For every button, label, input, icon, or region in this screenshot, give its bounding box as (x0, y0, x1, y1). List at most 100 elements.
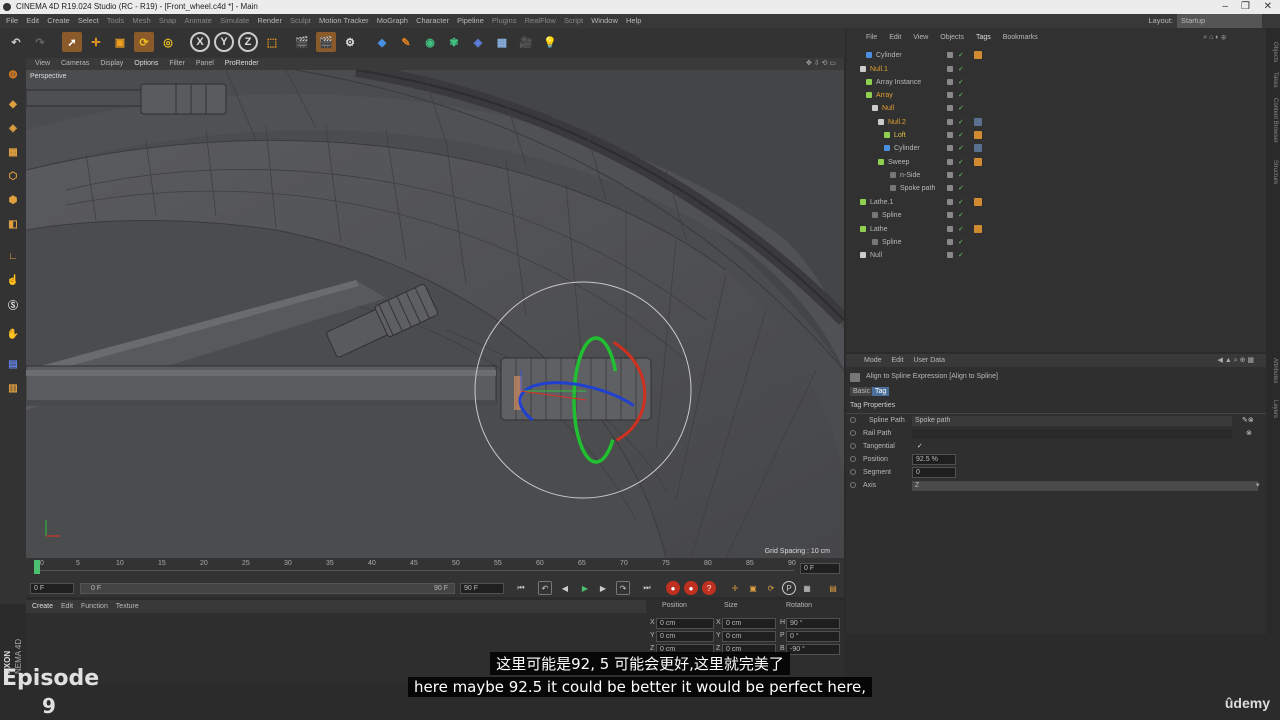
menu-help[interactable]: Help (626, 14, 641, 28)
enabled-check-icon[interactable]: ✓ (958, 129, 964, 142)
undo-icon[interactable]: ↶ (6, 32, 26, 52)
tag-icon[interactable] (974, 198, 982, 206)
obj-menu-file[interactable]: File (866, 32, 877, 44)
menu-realflow[interactable]: RealFlow (525, 14, 556, 28)
redo-icon[interactable]: ↷ (30, 32, 50, 52)
object-row[interactable]: Loft ✓ (846, 129, 1266, 142)
enabled-check-icon[interactable]: ✓ (958, 223, 964, 236)
visibility-toggle-icon[interactable] (947, 239, 953, 245)
render-settings-icon[interactable]: ⚙ (340, 32, 360, 52)
vp-menu-prorender[interactable]: ProRender (225, 58, 259, 70)
menu-simulate[interactable]: Simulate (220, 14, 249, 28)
menu-character[interactable]: Character (416, 14, 449, 28)
menu-render[interactable]: Render (257, 14, 282, 28)
menu-file[interactable]: File (6, 14, 18, 28)
attr-menu-mode[interactable]: Mode (864, 354, 882, 367)
enabled-check-icon[interactable]: ✓ (958, 169, 964, 182)
locked-workplane-icon[interactable]: ✋ (3, 324, 23, 344)
visibility-toggle-icon[interactable] (947, 199, 953, 205)
rotate-tool-icon[interactable]: ⟳ (134, 32, 154, 52)
size-y-field[interactable]: 0 cm (722, 631, 776, 642)
prev-key-icon[interactable]: ↶ (538, 581, 552, 595)
object-row[interactable]: Array ✓ (846, 89, 1266, 102)
visibility-toggle-icon[interactable] (947, 252, 953, 258)
parameter-key-icon[interactable]: P (782, 581, 796, 595)
end-frame-field[interactable]: 90 F (460, 583, 504, 594)
enabled-check-icon[interactable]: ✓ (958, 76, 964, 89)
pen-spline-icon[interactable]: ✎ (396, 32, 416, 52)
object-row[interactable]: Lathe.1 ✓ (846, 196, 1266, 209)
visibility-toggle-icon[interactable] (947, 172, 953, 178)
tag-icon[interactable] (974, 158, 982, 166)
record-icon[interactable]: ● (666, 581, 680, 595)
go-to-end-icon[interactable]: ⏭ (640, 581, 654, 595)
layout-selector[interactable]: Layout: Startup (1148, 14, 1262, 28)
vp-menu-panel[interactable]: Panel (196, 58, 214, 70)
spline-path-pick-icon[interactable]: ✎⊗ (1242, 415, 1254, 427)
attr-menu-edit[interactable]: Edit (891, 354, 903, 367)
tab-tag[interactable]: Tag (872, 387, 890, 396)
vp-menu-options[interactable]: Options (134, 58, 158, 70)
object-row[interactable]: Spline ✓ (846, 209, 1266, 222)
coordinate-system-icon[interactable]: ⬚ (262, 32, 282, 52)
x-axis-button[interactable]: X (190, 32, 210, 52)
visibility-toggle-icon[interactable] (947, 79, 953, 85)
menu-edit[interactable]: Edit (26, 14, 39, 28)
light-icon[interactable]: 💡 (540, 32, 560, 52)
anim-dot-icon[interactable] (850, 430, 856, 437)
visibility-toggle-icon[interactable] (947, 105, 953, 111)
move-tool-icon[interactable]: ✛ (86, 32, 106, 52)
close-button[interactable]: ✕ (1264, 0, 1272, 14)
anim-dot-icon[interactable] (850, 469, 856, 476)
z-axis-button[interactable]: Z (238, 32, 258, 52)
menu-create[interactable]: Create (47, 14, 70, 28)
tweak-mode-icon[interactable]: ☝ (3, 270, 23, 290)
position-key-icon[interactable]: ✛ (728, 581, 742, 595)
menu-sculpt[interactable]: Sculpt (290, 14, 311, 28)
enabled-check-icon[interactable]: ✓ (958, 63, 964, 76)
obj-menu-view[interactable]: View (913, 32, 928, 44)
visibility-toggle-icon[interactable] (947, 212, 953, 218)
object-row[interactable]: Spoke path ✓ (846, 182, 1266, 195)
object-row[interactable]: Lathe ✓ (846, 223, 1266, 236)
minimize-button[interactable]: – (1222, 0, 1228, 14)
visibility-toggle-icon[interactable] (947, 132, 953, 138)
tab-basic[interactable]: Basic (850, 387, 874, 396)
object-row[interactable]: Array Instance ✓ (846, 76, 1266, 89)
points-mode-icon[interactable]: ⬡ (3, 166, 23, 186)
timeline-layout-icon[interactable]: ▤ (826, 581, 840, 595)
menu-select[interactable]: Select (78, 14, 99, 28)
model-mode-icon[interactable]: ◆ (3, 94, 23, 114)
rotation-key-icon[interactable]: ⟳ (764, 581, 778, 595)
obj-menu-edit[interactable]: Edit (889, 32, 901, 44)
tag-icon[interactable] (974, 144, 982, 152)
enabled-check-icon[interactable]: ✓ (958, 249, 964, 262)
vp-menu-filter[interactable]: Filter (169, 58, 185, 70)
make-editable-icon[interactable]: ◍ (3, 64, 23, 84)
play-icon[interactable]: ▶ (578, 581, 592, 595)
polygons-mode-icon[interactable]: ◧ (3, 214, 23, 234)
workplane-icon[interactable]: ▦ (3, 142, 23, 162)
y-axis-button[interactable]: Y (214, 32, 234, 52)
tab-objects[interactable]: Objects (1268, 42, 1278, 62)
mat-menu-create[interactable]: Create (32, 600, 53, 613)
spline-path-field[interactable]: Spoke path (912, 416, 1232, 426)
mat-menu-function[interactable]: Function (81, 600, 108, 613)
visibility-toggle-icon[interactable] (947, 52, 953, 58)
object-row[interactable]: n-Side ✓ (846, 169, 1266, 182)
pla-key-icon[interactable]: ▦ (800, 581, 814, 595)
timeline-end-field[interactable]: 0 F (800, 563, 840, 574)
next-key-icon[interactable]: ↷ (616, 581, 630, 595)
menu-script[interactable]: Script (564, 14, 583, 28)
visibility-toggle-icon[interactable] (947, 92, 953, 98)
menu-tools[interactable]: Tools (107, 14, 125, 28)
rail-path-field[interactable] (912, 429, 1232, 439)
frame-range-slider[interactable]: 0 F 90 F (80, 583, 455, 594)
viewport-nav-icons[interactable]: ✥ ⇩ ⟲ ▭ (806, 58, 836, 70)
menu-motion-tracker[interactable]: Motion Tracker (319, 14, 369, 28)
perspective-viewport[interactable]: Perspective Grid Spacing : 10 cm (26, 70, 844, 558)
tab-content-browser[interactable]: Content Browser (1268, 98, 1278, 143)
object-row[interactable]: Null.2 ✓ (846, 116, 1266, 129)
planar-workplane-icon[interactable]: ▤ (3, 354, 23, 374)
cube-icon[interactable]: ◆ (372, 32, 392, 52)
